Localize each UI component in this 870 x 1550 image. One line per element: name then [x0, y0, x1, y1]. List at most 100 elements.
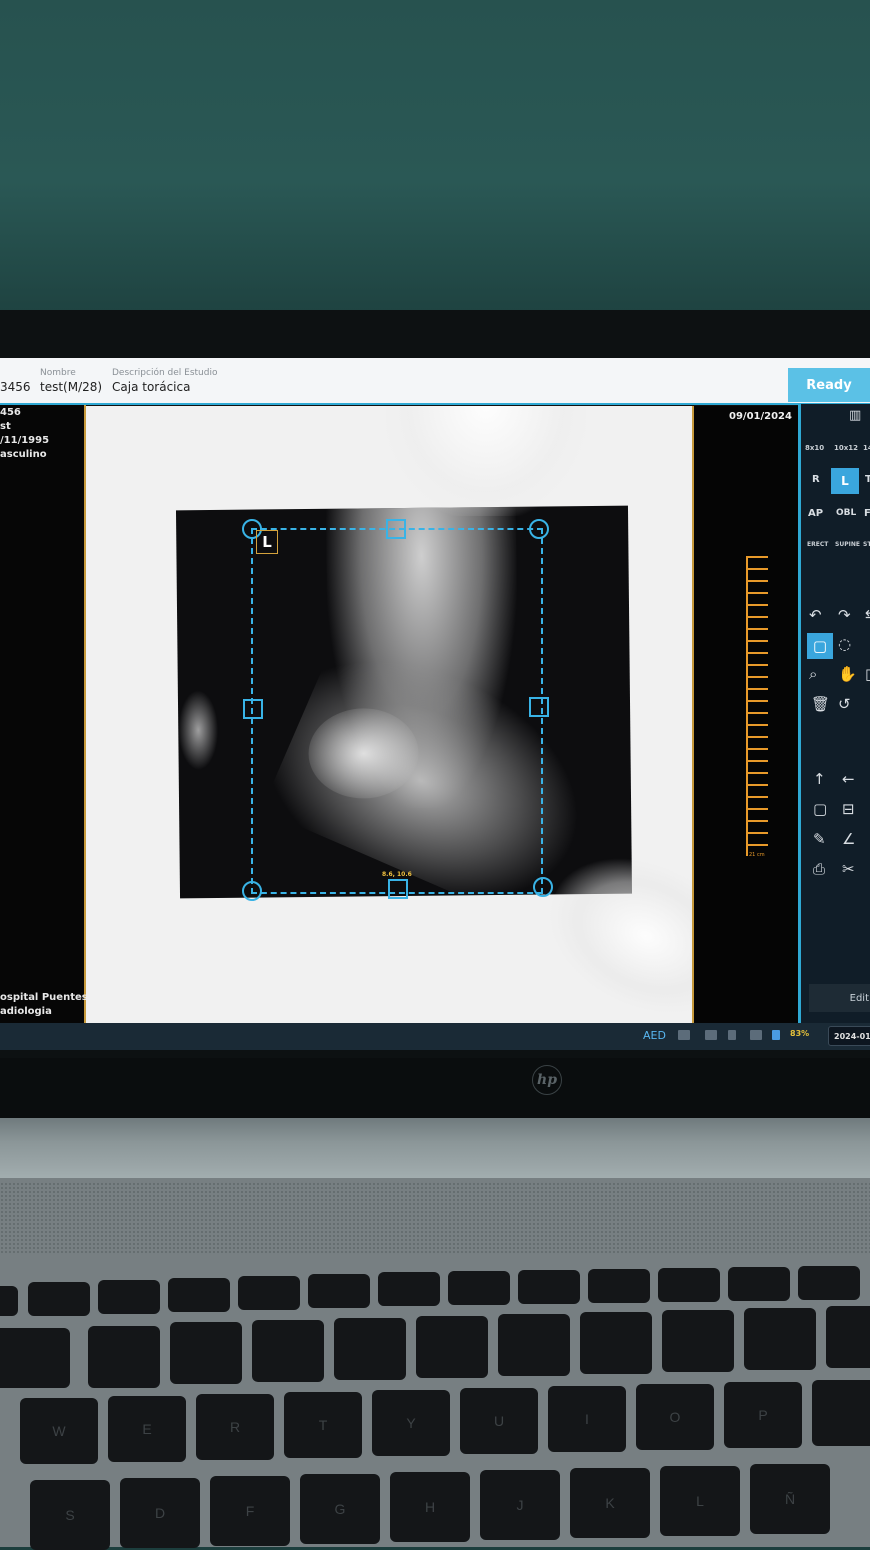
- keyboard-key: K: [570, 1468, 650, 1538]
- keyboard-key: [518, 1270, 580, 1304]
- name-label: Nombre: [40, 368, 76, 378]
- laterality-t[interactable]: T: [865, 474, 870, 485]
- light-leak: [177, 689, 219, 771]
- crop-handle-top[interactable]: [386, 519, 406, 539]
- keyboard-key: T: [284, 1392, 362, 1458]
- keyboard-key: R: [196, 1394, 274, 1460]
- patient-id-text: 456: [0, 407, 21, 418]
- laterality-marker[interactable]: L: [256, 530, 278, 554]
- edit-button[interactable]: Edit: [809, 984, 870, 1012]
- flip-icon[interactable]: ⇆: [865, 608, 870, 623]
- arrow-up-icon[interactable]: ↑: [813, 772, 826, 787]
- rectangle-icon[interactable]: ▢: [813, 802, 827, 817]
- crop-handle-bottom-right[interactable]: [533, 877, 553, 897]
- pan-hand-icon[interactable]: ✋: [838, 667, 857, 682]
- keyboard-key: [744, 1308, 816, 1370]
- keyboard-key: D: [120, 1478, 200, 1548]
- laterality-r[interactable]: R: [812, 474, 820, 485]
- more-icon[interactable]: ⋮: [865, 637, 870, 652]
- keyboard: W E R T Y U I O P S D F G H J K L Ñ: [0, 1258, 870, 1550]
- scale-ruler: [746, 556, 768, 856]
- position-st[interactable]: ST: [863, 541, 870, 548]
- keyboard-key: [728, 1267, 790, 1301]
- crop-handle-bottom-left[interactable]: [242, 881, 262, 901]
- rotate-ccw-icon[interactable]: ↶: [809, 608, 822, 623]
- image-viewer[interactable]: L 8.6, 10.6: [86, 406, 767, 1042]
- device-icon[interactable]: [728, 1030, 736, 1040]
- side-icon[interactable]: ▯: [865, 667, 870, 682]
- patient-header: 3456 Nombre test(M/28) Descripción del E…: [0, 358, 870, 405]
- keyboard-key: [238, 1276, 300, 1310]
- keyboard-key: [826, 1306, 870, 1368]
- crop-handle-bottom[interactable]: [388, 879, 408, 899]
- keyboard-key: [308, 1274, 370, 1308]
- keyboard-key: [170, 1322, 242, 1384]
- network-icon[interactable]: [678, 1030, 690, 1040]
- size-10x12[interactable]: 10x12: [834, 444, 858, 452]
- crop-handle-right[interactable]: [529, 697, 549, 717]
- keyboard-key: [334, 1318, 406, 1380]
- study-label: Descripción del Estudio: [112, 368, 218, 378]
- tool-panel: ▥ 8x10 10x12 14 R L T AP OBL FL ERECT SU…: [798, 404, 870, 1023]
- crop-icon[interactable]: ▢: [807, 633, 833, 659]
- undo-icon[interactable]: ↺: [838, 697, 851, 712]
- split-icon[interactable]: ⊟: [842, 802, 855, 817]
- keyboard-key: [0, 1286, 18, 1316]
- crop-dimension-label: 8.6, 10.6: [382, 871, 412, 878]
- crop-handle-left[interactable]: [243, 699, 263, 719]
- battery-icon[interactable]: [772, 1030, 780, 1040]
- keyboard-key: E: [108, 1396, 186, 1462]
- study-value: Caja torácica: [112, 380, 191, 394]
- patient-dob-text: /11/1995: [0, 435, 50, 446]
- printer-icon[interactable]: [750, 1030, 762, 1040]
- delete-icon[interactable]: 🗑: [811, 697, 830, 712]
- zoom-icon[interactable]: ⌕: [809, 667, 817, 682]
- patient-info-panel: 456 st /11/1995 asculino ospital Puentes…: [0, 405, 105, 1023]
- keyboard-key: L: [660, 1466, 740, 1536]
- size-14[interactable]: 14: [863, 444, 870, 452]
- stitch-icon[interactable]: ✂: [842, 862, 855, 877]
- study-date: 09/01/2024: [729, 411, 792, 422]
- keyboard-key: [98, 1280, 160, 1314]
- patient-name-text: st: [0, 421, 11, 432]
- speaker-grille: [0, 1182, 870, 1254]
- app-screen: 3456 Nombre test(M/28) Descripción del E…: [0, 358, 870, 1050]
- keyboard-key: O: [636, 1384, 714, 1450]
- arrow-left-icon[interactable]: ←: [842, 772, 855, 787]
- laterality-l[interactable]: L: [831, 468, 859, 494]
- ready-button[interactable]: Ready: [788, 368, 870, 402]
- angle-icon[interactable]: ∠: [842, 832, 855, 847]
- rotate-cw-icon[interactable]: ↷: [838, 608, 851, 623]
- keyboard-key: [378, 1272, 440, 1306]
- rotate-free-icon[interactable]: ◌: [838, 637, 851, 652]
- crop-box[interactable]: [251, 528, 543, 894]
- keyboard-key: [28, 1282, 90, 1316]
- view-ap[interactable]: AP: [808, 508, 823, 519]
- keyboard-key: [658, 1268, 720, 1302]
- keyboard-key: [252, 1320, 324, 1382]
- keyboard-key: G: [300, 1474, 380, 1544]
- keyboard-key: [448, 1271, 510, 1305]
- view-obl[interactable]: OBL: [836, 508, 856, 518]
- keyboard-key: I: [548, 1386, 626, 1452]
- clock-date[interactable]: 2024-01-: [828, 1026, 870, 1046]
- grid-icon[interactable]: ▥: [849, 409, 861, 422]
- size-8x10[interactable]: 8x10: [805, 444, 824, 452]
- crop-handle-top-right[interactable]: [529, 519, 549, 539]
- ruler-icon[interactable]: ✎: [813, 832, 826, 847]
- monitor-icon[interactable]: [705, 1030, 717, 1040]
- language-indicator[interactable]: AED: [643, 1029, 666, 1042]
- battery-percent: 83%: [790, 1029, 810, 1038]
- glare-top: [386, 406, 586, 516]
- keyboard-key: [662, 1310, 734, 1372]
- patient-sex-text: asculino: [0, 449, 47, 460]
- keyboard-key: S: [30, 1480, 110, 1550]
- monitor-chin: [0, 1058, 870, 1118]
- keyboard-key: F: [210, 1476, 290, 1546]
- keyboard-key: [416, 1316, 488, 1378]
- print-icon[interactable]: ⎙: [813, 862, 825, 877]
- view-fl[interactable]: FL: [864, 508, 870, 519]
- position-supine[interactable]: SUPINE: [835, 541, 860, 548]
- position-erect[interactable]: ERECT: [807, 541, 828, 548]
- name-value: test(M/28): [40, 380, 103, 394]
